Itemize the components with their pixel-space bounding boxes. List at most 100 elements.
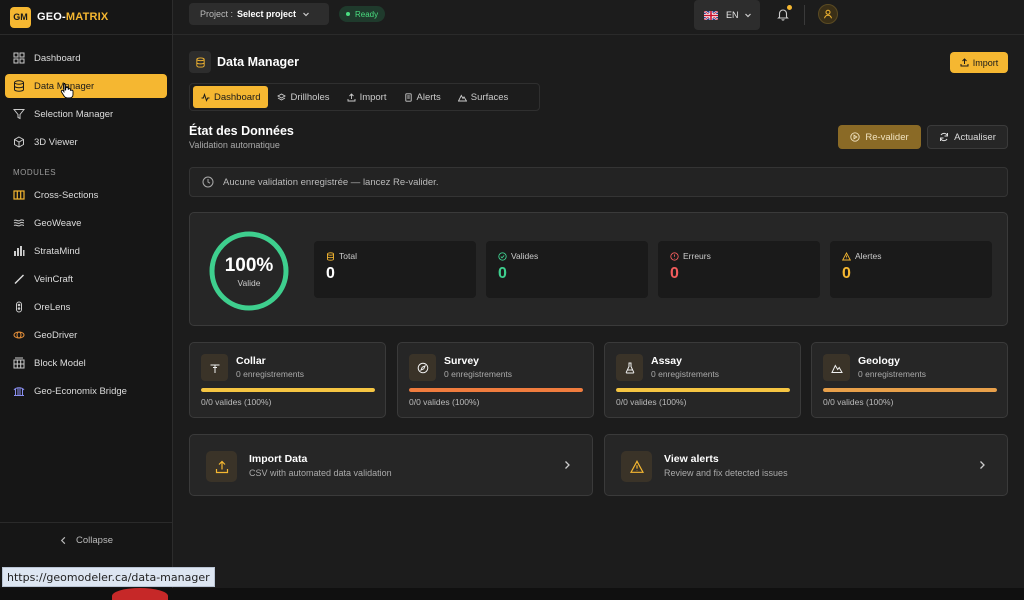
refresh-button[interactable]: Actualiser: [927, 125, 1008, 149]
warning-icon: [842, 251, 851, 260]
stat-value: 0: [670, 265, 679, 282]
geodriver-icon: [13, 331, 25, 339]
drill-rig-icon: [210, 364, 219, 373]
section-subtitle: Validation automatique: [189, 140, 280, 150]
cross-sections-icon: [13, 190, 25, 200]
tab-drillholes[interactable]: Drillholes: [269, 86, 337, 108]
import-button[interactable]: Import: [950, 52, 1008, 73]
page-icon: [189, 51, 211, 73]
logo-badge: GM: [10, 6, 31, 28]
upload-icon: [347, 92, 356, 101]
sidebar-item-cross-sections[interactable]: Cross-Sections: [5, 183, 167, 207]
sidebar-item-label: Geo-Economix Bridge: [34, 385, 127, 397]
sidebar-item-label: Selection Manager: [34, 108, 114, 120]
file-icon: [404, 92, 412, 102]
avatar[interactable]: [818, 4, 838, 24]
sidebar-item-dashboard[interactable]: Dashboard: [5, 46, 167, 70]
tab-label: Import: [359, 91, 387, 103]
logo-text: GEO-MATRIX: [37, 11, 109, 23]
upload-icon: [215, 460, 228, 473]
card-footer: 0/0 valides (100%): [201, 397, 272, 407]
warning-icon: [629, 459, 644, 473]
notice-text: Aucune validation enregistrée — lancez R…: [223, 176, 439, 188]
language-selector[interactable]: EN: [694, 0, 760, 30]
revalidate-button[interactable]: Re-valider: [838, 125, 921, 149]
import-data-action[interactable]: Import Data CSV with automated data vali…: [189, 434, 593, 496]
action-title: Import Data: [249, 453, 308, 465]
top-bar: Project : Select project Ready EN: [173, 0, 1024, 35]
action-subtitle: CSV with automated data validation: [249, 468, 392, 478]
veincraft-icon: [14, 274, 24, 284]
card-subtitle: 0 enregistrements: [444, 369, 513, 379]
card-title: Geology: [858, 355, 901, 367]
progress-bar: [201, 388, 375, 392]
sidebar-item-selection-manager[interactable]: Selection Manager: [5, 102, 167, 126]
progress-bar-fill: [823, 388, 997, 392]
status-badge: Ready: [339, 6, 386, 22]
card-footer: 0/0 valides (100%): [616, 397, 687, 407]
sidebar-item-stratamind[interactable]: StrataMind: [5, 239, 167, 263]
sidebar-item-geodriver[interactable]: GeoDriver: [5, 323, 167, 347]
tab-alerts[interactable]: Alerts: [396, 86, 449, 108]
table-card-collar[interactable]: Collar 0 enregistrements 0/0 valides (10…: [189, 342, 386, 418]
sidebar-item-geoweave[interactable]: GeoWeave: [5, 211, 167, 235]
main-content: Data Manager Import Dashboard Drillholes…: [189, 50, 1008, 496]
tab-label: Alerts: [416, 91, 441, 103]
database-icon: [327, 251, 334, 261]
sidebar-item-block-model[interactable]: Block Model: [5, 351, 167, 375]
collapse-button[interactable]: Collapse: [0, 522, 172, 558]
refresh-button-label: Actualiser: [954, 131, 996, 143]
geoweave-icon: [13, 219, 25, 227]
sidebar-item-label: 3D Viewer: [34, 136, 78, 148]
sidebar-item-label: Block Model: [34, 357, 86, 369]
mountain-icon: [830, 363, 843, 373]
collapse-label: Collapse: [76, 535, 113, 546]
card-footer: 0/0 valides (100%): [823, 397, 894, 407]
play-circle-icon: [850, 132, 860, 142]
table-card-geology[interactable]: Geology 0 enregistrements 0/0 valides (1…: [811, 342, 1008, 418]
compass-icon: [417, 362, 428, 373]
sidebar-item-data-manager[interactable]: Data Manager: [5, 74, 167, 98]
progress-bar-fill: [616, 388, 790, 392]
tab-dashboard[interactable]: Dashboard: [193, 86, 269, 108]
tab-import[interactable]: Import: [339, 86, 395, 108]
sidebar: GM GEO-MATRIX Dashboard Data Manager Sel…: [0, 0, 173, 588]
table-card-assay[interactable]: Assay 0 enregistrements 0/0 valides (100…: [604, 342, 801, 418]
table-card-survey[interactable]: Survey 0 enregistrements 0/0 valides (10…: [397, 342, 594, 418]
cube-icon: [14, 136, 24, 148]
card-icon: [616, 354, 643, 381]
view-alerts-action[interactable]: View alerts Review and fix detected issu…: [604, 434, 1008, 496]
status-badge-label: Ready: [355, 9, 379, 19]
sidebar-item-veincraft[interactable]: VeinCraft: [5, 267, 167, 291]
status-dot: [346, 12, 350, 16]
progress-bar: [823, 388, 997, 392]
card-subtitle: 0 enregistrements: [651, 369, 720, 379]
stratamind-icon: [14, 246, 25, 256]
chevron-down-icon: [303, 12, 309, 17]
stat-label: Alertes: [855, 251, 882, 261]
tab-label: Drillholes: [290, 91, 330, 103]
validity-percent: 100%: [224, 254, 274, 276]
sidebar-item-label: StrataMind: [34, 245, 80, 257]
sidebar-item-3d-viewer[interactable]: 3D Viewer: [5, 130, 167, 154]
chevron-right-icon: [980, 461, 985, 469]
sidebar-item-geo-economix-bridge[interactable]: Geo-Economix Bridge: [5, 379, 167, 403]
stat-header: Alertes: [842, 251, 992, 261]
project-select[interactable]: Project : Select project: [189, 3, 329, 25]
modules-section-label: MODULES: [13, 168, 57, 177]
activity-icon: [201, 92, 210, 102]
chevron-right-icon: [565, 461, 570, 469]
logo[interactable]: GM GEO-MATRIX: [0, 0, 172, 35]
card-subtitle: 0 enregistrements: [236, 369, 305, 379]
stat-header: Valides: [498, 251, 648, 261]
project-select-value: Select project: [237, 9, 297, 19]
card-icon: [823, 354, 850, 381]
stat-label: Valides: [511, 251, 539, 261]
tab-label: Dashboard: [214, 91, 261, 103]
sidebar-nav: Dashboard Data Manager Selection Manager…: [0, 35, 172, 403]
sidebar-item-label: GeoWeave: [34, 217, 82, 229]
sidebar-item-orelens[interactable]: OreLens: [5, 295, 167, 319]
taskbar-app-icon[interactable]: [112, 588, 168, 600]
tab-surfaces[interactable]: Surfaces: [450, 86, 517, 108]
layers-icon: [277, 92, 287, 101]
